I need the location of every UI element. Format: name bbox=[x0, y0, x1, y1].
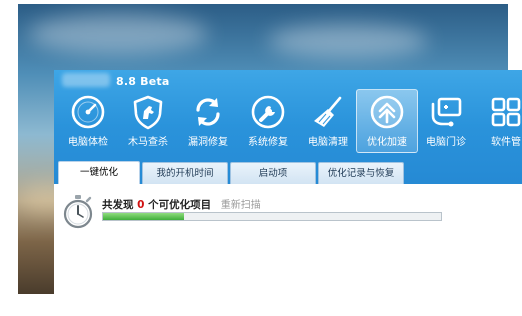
tool-label: 漏洞修复 bbox=[188, 137, 228, 148]
tab-bar: 一键优化 我的开机时间 启动项 优化记录与恢复 bbox=[54, 161, 522, 185]
tool-vulnerability-fix[interactable]: 漏洞修复 bbox=[178, 90, 238, 152]
tool-label: 木马查杀 bbox=[128, 137, 168, 148]
tool-system-repair[interactable]: 系统修复 bbox=[238, 90, 298, 152]
tool-label: 优化加速 bbox=[367, 137, 407, 148]
tool-label: 软件管 bbox=[491, 137, 521, 148]
app-window: 8.8 Beta 电脑体检 木马查杀 漏洞修复 系统修复 电脑清理 优化加速 电… bbox=[54, 70, 522, 304]
tool-label: 电脑门诊 bbox=[426, 137, 466, 148]
clinic-monitor-icon bbox=[431, 97, 462, 127]
progress-fill bbox=[103, 213, 185, 220]
tool-software-manager[interactable]: 软件管 bbox=[476, 90, 522, 152]
tool-label: 系统修复 bbox=[248, 137, 288, 148]
tab-one-click-optimize[interactable]: 一键优化 bbox=[58, 161, 140, 185]
tab-startup-items[interactable]: 启动项 bbox=[230, 162, 316, 184]
summary-suffix: 个可优化项目 bbox=[148, 199, 212, 211]
summary-prefix: 共发现 bbox=[102, 199, 134, 211]
tool-computer-cleanup[interactable]: 电脑清理 bbox=[298, 90, 358, 152]
shield-horse-icon bbox=[133, 95, 163, 130]
tool-optimize-speedup[interactable]: 优化加速 bbox=[356, 89, 418, 153]
wrench-icon bbox=[251, 95, 285, 129]
optimize-panel: 共发现 0 个可优化项目 重新扫描 bbox=[54, 184, 522, 304]
broom-icon bbox=[314, 96, 342, 127]
tool-computer-checkup[interactable]: 电脑体检 bbox=[58, 90, 118, 152]
rescan-link[interactable]: 重新扫描 bbox=[221, 200, 261, 211]
tool-label: 电脑体检 bbox=[68, 137, 108, 148]
refresh-arrows-icon bbox=[196, 98, 220, 126]
scan-progress-bar bbox=[102, 212, 442, 221]
grid-icon bbox=[491, 97, 521, 127]
speedometer-icon bbox=[71, 95, 105, 129]
tab-optimize-history[interactable]: 优化记录与恢复 bbox=[318, 162, 404, 184]
tool-label: 电脑清理 bbox=[308, 137, 348, 148]
speedup-arrows-icon bbox=[370, 95, 404, 129]
scan-summary: 共发现 0 个可优化项目 重新扫描 bbox=[102, 196, 261, 212]
tab-my-boot-time[interactable]: 我的开机时间 bbox=[142, 162, 228, 184]
window-title: 8.8 Beta bbox=[116, 75, 170, 88]
title-toolbar-area: 8.8 Beta 电脑体检 木马查杀 漏洞修复 系统修复 电脑清理 优化加速 电… bbox=[54, 70, 522, 194]
optimizable-count: 0 bbox=[137, 199, 145, 211]
tool-trojan-scan[interactable]: 木马查杀 bbox=[118, 90, 178, 152]
tool-computer-clinic[interactable]: 电脑门诊 bbox=[416, 90, 476, 152]
blurred-app-name bbox=[62, 73, 110, 87]
stopwatch-icon bbox=[63, 195, 93, 229]
